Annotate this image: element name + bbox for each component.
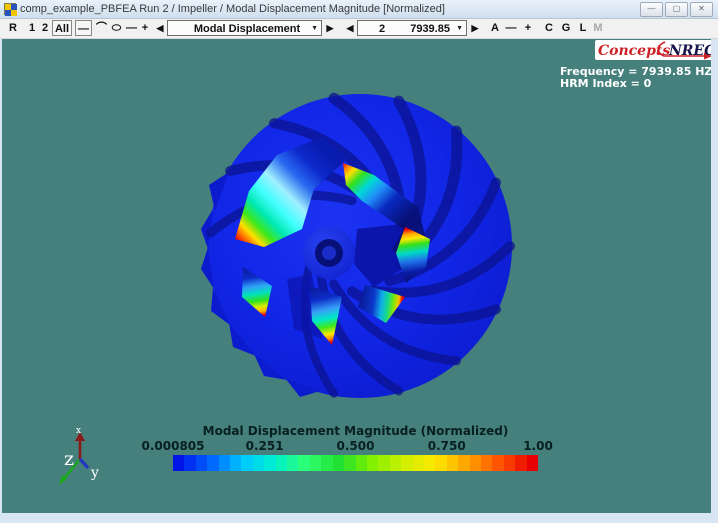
colorbar-title: Modal Displacement Magnitude (Normalized… — [173, 424, 538, 438]
l-button[interactable]: L — [577, 20, 589, 36]
colorbar: Modal Displacement Magnitude (Normalized… — [173, 424, 538, 471]
z-axis-label: z — [64, 448, 74, 470]
decrease-button[interactable]: — — [505, 20, 517, 36]
chevron-down-icon: ▼ — [456, 21, 463, 37]
zoom-in-icon[interactable]: + — [139, 20, 151, 36]
ellipse-tool-icon[interactable]: ⬭ — [110, 20, 123, 36]
y-axis-label: y — [90, 465, 99, 481]
view-r-button[interactable]: R — [6, 20, 20, 36]
app-window: comp_example_PBFEA Run 2 / Impeller / Mo… — [0, 0, 718, 523]
colorbar-tick: 1.00 — [523, 439, 553, 453]
mode-dropdown-value: 7939.85 — [410, 23, 450, 35]
app-icon — [4, 3, 16, 15]
colorbar-tick: 0.000805 — [141, 439, 204, 453]
z-axis-arrow — [80, 459, 88, 468]
increase-button[interactable]: + — [522, 20, 534, 36]
colorbar-gradient — [173, 455, 538, 471]
view-2-button[interactable]: 2 — [40, 20, 50, 36]
chevron-down-icon: ▼ — [311, 21, 318, 37]
mode-dropdown-index: 2 — [379, 23, 385, 35]
colorbar-tick: 0.500 — [337, 439, 375, 453]
colorbar-tick: 0.251 — [246, 439, 284, 453]
field-prev-icon[interactable]: ◀ — [155, 20, 165, 36]
mode-dropdown[interactable]: 2 7939.85 ▼ — [357, 20, 467, 36]
axis-triad: x z y — [55, 425, 111, 491]
x-axis-label: x — [76, 426, 81, 436]
hrm-index-text: HRM Index = 0 — [560, 78, 711, 90]
line-tool-icon[interactable]: — — [75, 20, 92, 36]
zoom-out-icon[interactable]: — — [126, 20, 137, 36]
view-all-button[interactable]: All — [52, 20, 72, 36]
c-button[interactable]: C — [543, 20, 555, 36]
concepts-nrec-logo: Concepts NREC — [595, 40, 711, 60]
close-icon[interactable]: ✕ — [690, 2, 713, 17]
logo-graphic: Concepts NREC — [595, 40, 711, 60]
window-title: comp_example_PBFEA Run 2 / Impeller / Mo… — [20, 3, 445, 15]
title-bar[interactable]: comp_example_PBFEA Run 2 / Impeller / Mo… — [0, 0, 718, 19]
colorbar-ticks: 0.000805 0.251 0.500 0.750 1.00 — [173, 439, 538, 454]
minimize-icon[interactable]: — — [640, 2, 663, 17]
m-button-disabled: M — [592, 20, 604, 36]
field-dropdown[interactable]: Modal Displacement Magnitud ▼ — [167, 20, 322, 36]
view-1-button[interactable]: 1 — [27, 20, 37, 36]
model-viewport[interactable]: Concepts NREC Frequency = 7939.85 HZ HRM… — [2, 39, 711, 513]
arc-tool-icon[interactable]: ⌒ — [95, 20, 108, 36]
mode-prev-icon[interactable]: ◀ — [345, 20, 355, 36]
field-next-icon[interactable]: ▶ — [325, 20, 335, 36]
annotation-button[interactable]: A — [489, 20, 501, 36]
mode-next-icon[interactable]: ▶ — [470, 20, 480, 36]
toolbar: R 1 2 All — ⌒ ⬭ — + ◀ Modal Displacement… — [0, 19, 718, 39]
maximize-icon[interactable]: ▢ — [665, 2, 688, 17]
logo-nrec-text: NREC — [668, 43, 711, 59]
window-controls: — ▢ ✕ — [640, 2, 713, 17]
colorbar-tick: 0.750 — [428, 439, 466, 453]
g-button[interactable]: G — [560, 20, 572, 36]
frequency-overlay: Frequency = 7939.85 HZ HRM Index = 0 — [560, 66, 711, 90]
